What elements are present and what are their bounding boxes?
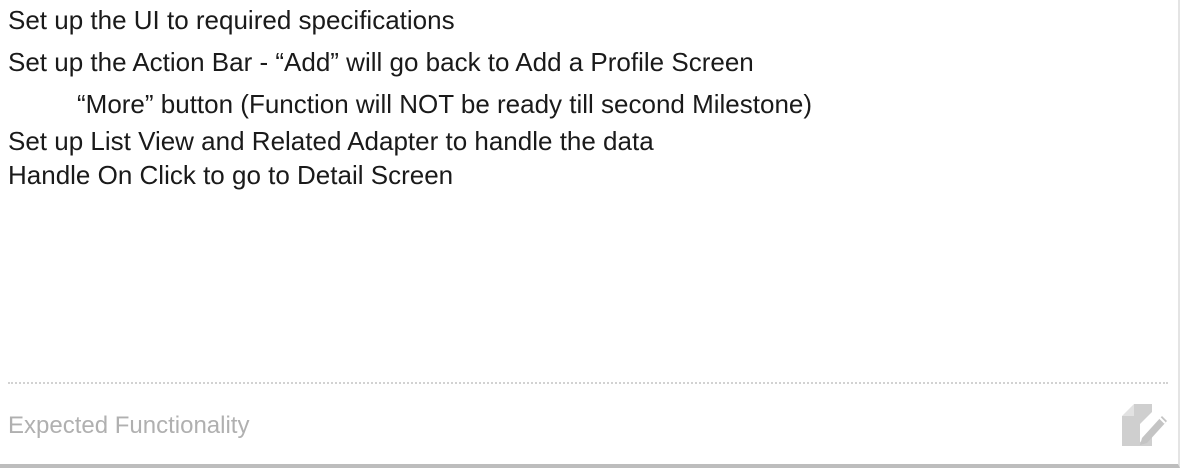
edit-note-icon xyxy=(1122,404,1167,446)
edit-button[interactable] xyxy=(1118,398,1168,450)
card-title: Expected Functionality xyxy=(8,412,250,439)
task-item: Handle On Click to go to Detail Screen xyxy=(8,160,454,190)
task-item: Set up the UI to required specifications xyxy=(8,5,455,35)
task-subitem: “More” button (Function will NOT be read… xyxy=(77,89,813,119)
task-item: Set up the Action Bar - “Add” will go ba… xyxy=(8,47,754,77)
footer-divider xyxy=(8,382,1168,384)
task-item: Set up List View and Related Adapter to … xyxy=(8,126,654,156)
expected-functionality-card: Set up the UI to required specifications… xyxy=(0,0,1180,468)
task-list: Set up the UI to required specifications… xyxy=(0,0,1170,370)
